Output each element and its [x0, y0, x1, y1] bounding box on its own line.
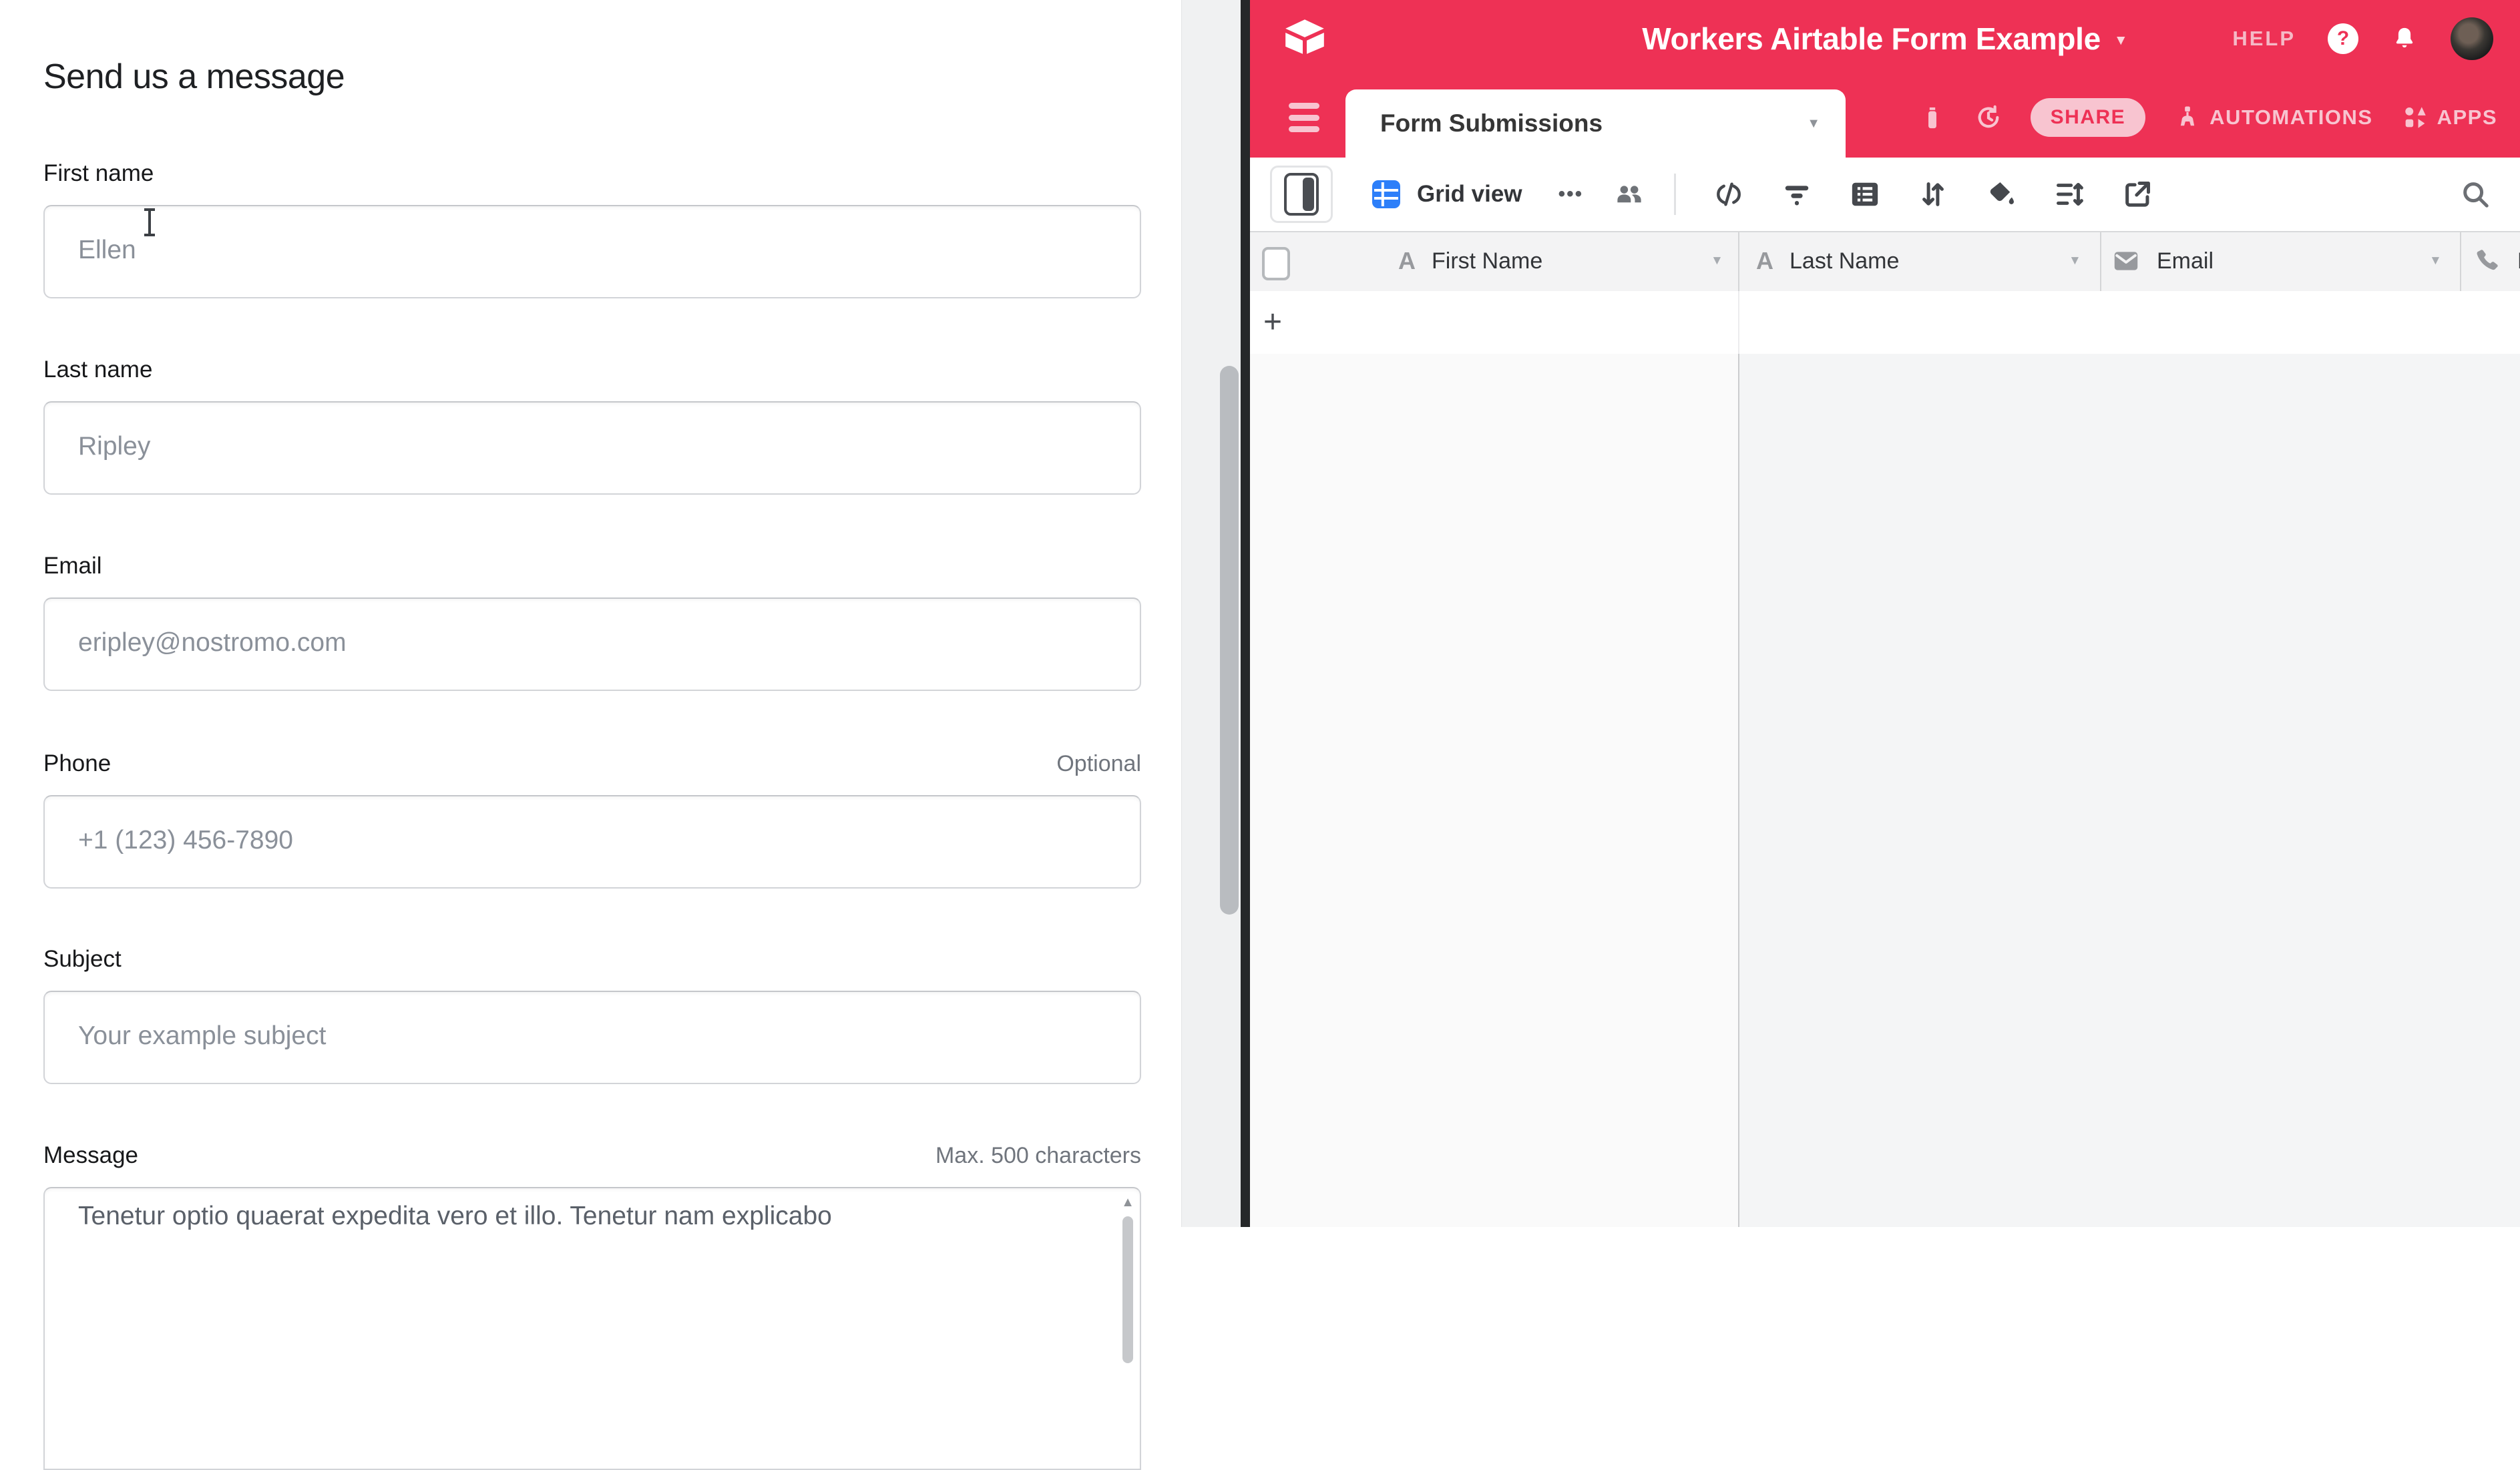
field-subject: Subject Your example subject: [43, 945, 1141, 1084]
view-name[interactable]: Grid view: [1417, 181, 1522, 208]
message-textarea[interactable]: Tenetur optio quaerat expedita vero et i…: [43, 1187, 1141, 1470]
automations-label: AUTOMATIONS: [2210, 105, 2372, 130]
page-scrollbar-thumb[interactable]: [1220, 366, 1239, 915]
menu-icon[interactable]: [1289, 103, 1319, 132]
text-cursor-icon: [148, 208, 151, 236]
apps-label: APPS: [2437, 105, 2497, 130]
envelope-icon: [2111, 246, 2141, 276]
apps-button[interactable]: APPS: [2401, 103, 2497, 132]
subject-label: Subject: [43, 945, 122, 974]
view-more-icon[interactable]: •••: [1558, 183, 1584, 206]
column-header-first-name[interactable]: A First Name: [1398, 232, 1542, 290]
apps-icon: [2401, 103, 2429, 132]
view-sidebar-toggle-button[interactable]: [1270, 166, 1333, 223]
column-header-phone[interactable]: Phone: [2472, 232, 2520, 290]
textarea-scrollbar[interactable]: ▲: [1118, 1194, 1137, 1461]
phone-optional-note: Optional: [1056, 749, 1141, 778]
airtable-topbar: Workers Airtable Form Example ▼ HELP ?: [1250, 0, 2520, 77]
phone-input[interactable]: +1 (123) 456-7890: [43, 795, 1141, 889]
field-email: Email eripley@nostromo.com: [43, 551, 1141, 691]
table-tab-caret-icon[interactable]: ▼: [1807, 89, 1820, 158]
grid-view-icon[interactable]: [1370, 178, 1402, 210]
hide-fields-icon[interactable]: [1713, 179, 1744, 210]
form-title: Send us a message: [43, 57, 345, 97]
first-name-input[interactable]: Ellen: [43, 205, 1141, 298]
column-header-last-name[interactable]: A Last Name: [1756, 232, 1899, 290]
column-header-email[interactable]: Email: [2111, 232, 2214, 290]
collaborators-icon[interactable]: [1614, 179, 1645, 210]
field-last-name: Last name Ripley: [43, 355, 1141, 495]
share-view-icon[interactable]: [2122, 179, 2153, 210]
contact-form-pane: Send us a message First name Ellen Last …: [0, 0, 1181, 1227]
column-name: Email: [2157, 248, 2214, 274]
automations-button[interactable]: AUTOMATIONS: [2173, 103, 2372, 132]
trash-icon[interactable]: [1918, 103, 1946, 132]
column-name: Phone: [2517, 248, 2520, 274]
column-caret-icon[interactable]: ▼: [2429, 232, 2442, 290]
notifications-bell-icon[interactable]: [2390, 25, 2419, 53]
text-field-icon: A: [1756, 247, 1773, 275]
table-tab-form-submissions[interactable]: Form Submissions ▼: [1345, 89, 1846, 158]
sort-icon[interactable]: [1918, 179, 1948, 210]
column-divider: [1738, 291, 1739, 354]
viewbar-right-cluster: SHARE AUTOMATIONS: [1918, 77, 2497, 158]
email-input[interactable]: eripley@nostromo.com: [43, 597, 1141, 691]
message-max-chars-note: Max. 500 characters: [935, 1141, 1141, 1170]
column-divider[interactable]: [2460, 232, 2461, 292]
column-divider[interactable]: [2100, 232, 2101, 292]
toolbar-divider: [1674, 174, 1676, 215]
user-avatar[interactable]: [2451, 17, 2493, 60]
column-divider[interactable]: [1738, 232, 1739, 292]
airtable-viewbar: Form Submissions ▼ SHARE: [1250, 77, 2520, 158]
row-height-icon[interactable]: [2054, 179, 2085, 210]
message-text: Tenetur optio quaerat expedita vero et i…: [78, 1202, 1100, 1231]
topbar-right-cluster: HELP ?: [2232, 0, 2493, 77]
app: Send us a message First name Ellen Last …: [0, 0, 2520, 1227]
column-header-row: A First Name ▼ A Last Name ▼ Email ▼: [1250, 231, 2520, 294]
page-scrollbar-track[interactable]: [1181, 0, 1241, 1227]
column-name: Last Name: [1790, 248, 1899, 274]
table-tab-label: Form Submissions: [1380, 89, 1603, 158]
history-icon[interactable]: [1974, 103, 2003, 132]
add-record-row[interactable]: +: [1250, 291, 2520, 355]
field-message: Message Max. 500 characters Tenetur optio…: [43, 1141, 1141, 1470]
grid-empty-area-right: [1739, 354, 2520, 1227]
filter-icon[interactable]: [1781, 179, 1812, 210]
grid-empty-area-left: [1250, 354, 1738, 1227]
message-label: Message: [43, 1141, 138, 1170]
sidebar-toggle-icon: [1284, 173, 1319, 216]
last-name-input[interactable]: Ripley: [43, 401, 1141, 495]
base-title-caret-icon[interactable]: ▼: [2114, 33, 2128, 49]
scroll-up-arrow-icon[interactable]: ▲: [1118, 1194, 1137, 1211]
text-field-icon: A: [1398, 247, 1416, 275]
column-caret-icon[interactable]: ▼: [2069, 232, 2081, 290]
fill-color-icon[interactable]: [1986, 179, 2017, 210]
help-button[interactable]: HELP: [2232, 27, 2296, 51]
window-divider: [1241, 0, 1250, 1227]
phone-label: Phone: [43, 749, 111, 778]
first-name-label: First name: [43, 159, 154, 188]
field-first-name: First name Ellen: [43, 159, 1141, 298]
phone-icon: [2472, 246, 2501, 276]
share-button[interactable]: SHARE: [2031, 98, 2146, 137]
group-icon[interactable]: [1850, 179, 1880, 210]
subject-input[interactable]: Your example subject: [43, 991, 1141, 1084]
field-phone: Phone Optional +1 (123) 456-7890: [43, 749, 1141, 889]
search-icon[interactable]: [2460, 179, 2491, 210]
view-toolbar: Grid view •••: [1250, 158, 2520, 231]
help-question-icon[interactable]: ?: [2328, 23, 2358, 54]
textarea-scroll-thumb[interactable]: [1122, 1216, 1133, 1363]
column-caret-icon[interactable]: ▼: [1711, 232, 1723, 290]
email-label: Email: [43, 551, 102, 581]
select-all-checkbox[interactable]: [1262, 247, 1290, 280]
automations-icon: [2173, 103, 2201, 132]
base-title[interactable]: Workers Airtable Form Example: [1642, 21, 2101, 57]
airtable-pane: Workers Airtable Form Example ▼ HELP ? F…: [1250, 0, 2520, 1227]
last-name-label: Last name: [43, 355, 152, 385]
add-record-plus-icon[interactable]: +: [1263, 291, 1282, 352]
column-name: First Name: [1432, 248, 1542, 274]
